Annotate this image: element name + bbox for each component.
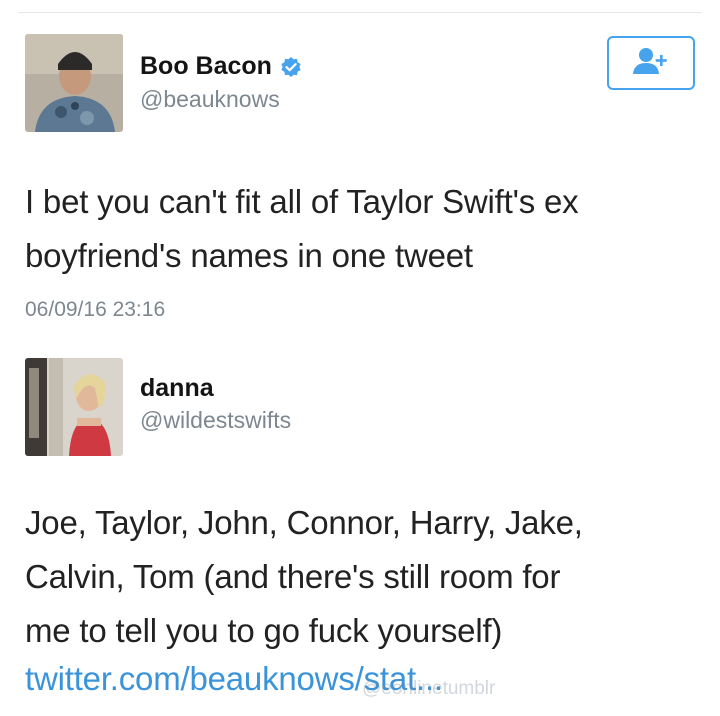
divider	[18, 12, 702, 13]
reply-author-handle[interactable]: @wildestswifts	[140, 407, 291, 434]
reply-text: Joe, Taylor, John, Connor, Harry, Jake, …	[25, 496, 695, 658]
tweet-screenshot: Boo Bacon @beauknows I bet you can't fit…	[0, 0, 720, 716]
reply-text-line: me to tell you to go fuck yourself)	[25, 612, 503, 649]
reply-author-name[interactable]: danna	[140, 374, 214, 403]
tweet-timestamp[interactable]: 06/09/16 23:16	[25, 298, 165, 322]
avatar[interactable]	[25, 358, 123, 456]
tweet-text-line: boyfriend's names in one tweet	[25, 237, 473, 274]
reply-text-line: Joe, Taylor, John, Connor, Harry, Jake,	[25, 504, 583, 541]
reply-author-name-row: danna	[140, 374, 214, 403]
tweet-text: I bet you can't fit all of Taylor Swift'…	[25, 175, 695, 283]
reply-text-line: Calvin, Tom (and there's still room for	[25, 558, 561, 595]
author-name-row: Boo Bacon	[140, 52, 302, 81]
author-name[interactable]: Boo Bacon	[140, 52, 272, 81]
tweet-text-line: I bet you can't fit all of Taylor Swift'…	[25, 183, 579, 220]
watermark: @eonlinetumblr	[362, 678, 496, 699]
verified-check-icon	[280, 56, 302, 78]
follow-button[interactable]	[607, 36, 695, 90]
author-handle[interactable]: @beauknows	[140, 86, 280, 113]
avatar[interactable]	[25, 34, 123, 132]
add-user-icon	[631, 46, 671, 81]
